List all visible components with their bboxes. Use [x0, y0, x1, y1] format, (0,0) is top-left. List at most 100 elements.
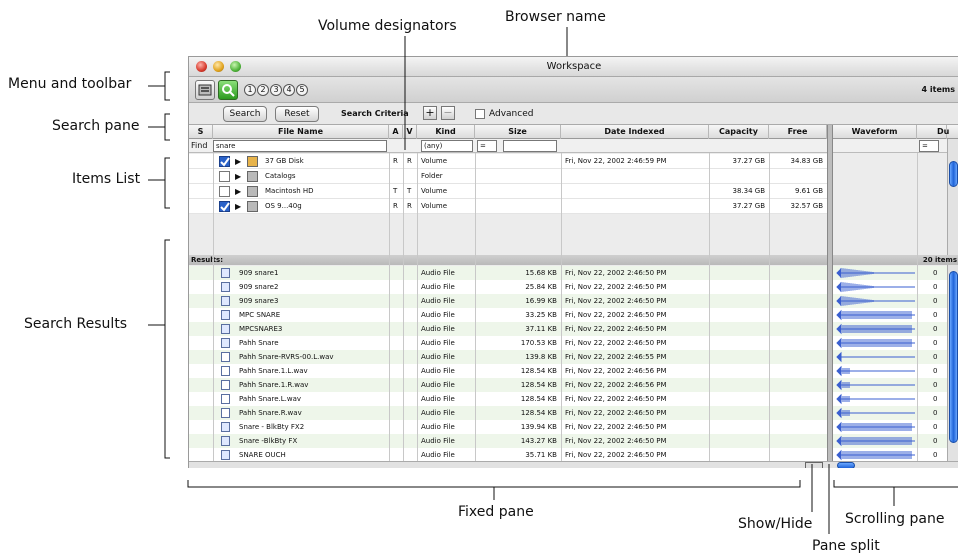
- volume-checkbox[interactable]: [219, 171, 230, 182]
- waveform-thumbnail: [836, 267, 915, 279]
- volume-checkbox[interactable]: [219, 201, 230, 212]
- result-file-name: Pahh Snare.1.R.wav: [239, 381, 309, 389]
- size-find-input[interactable]: [503, 140, 557, 152]
- remove-criteria-button[interactable]: −: [441, 106, 455, 120]
- result-scroll-row[interactable]: 0: [833, 336, 947, 350]
- column-size[interactable]: Size: [475, 125, 561, 139]
- advanced-checkbox[interactable]: [475, 109, 485, 119]
- result-duration: 0: [933, 395, 938, 403]
- title-bar[interactable]: Workspace: [189, 57, 958, 77]
- size-operator-select[interactable]: =: [477, 140, 497, 152]
- column-v[interactable]: V: [403, 125, 417, 139]
- waveform-thumbnail: [836, 337, 915, 349]
- result-row[interactable]: MPCSNARE3 Audio File 37.11 KB Fri, Nov 22, …: [189, 322, 829, 336]
- pane-split[interactable]: [827, 125, 833, 465]
- result-row[interactable]: Pahh Snare.L.wav Audio File 128.54 KB Fri, …: [189, 392, 829, 406]
- volume-kind: Folder: [421, 172, 443, 180]
- waveform-thumbnail: [836, 281, 915, 293]
- items-list-scroll-thumb[interactable]: [949, 161, 958, 187]
- column-file-name[interactable]: File Name: [213, 125, 389, 139]
- result-row[interactable]: Pahh Snare.R.wav Audio File 128.54 KB Fri, …: [189, 406, 829, 420]
- result-scroll-row[interactable]: 0: [833, 308, 947, 322]
- waveform-thumbnail: [836, 295, 915, 307]
- column-capacity[interactable]: Capacity: [709, 125, 769, 139]
- waveform-thumbnail: [836, 393, 915, 405]
- result-date: Fri, Nov 22, 2002 2:46:50 PM: [565, 423, 667, 431]
- toolbar-number-1[interactable]: 1: [244, 84, 256, 96]
- result-size: 128.54 KB: [520, 395, 557, 403]
- result-scroll-row[interactable]: 0: [833, 322, 947, 336]
- volume-row[interactable]: ▶ OS 9...40g R R Volume 37.27 GB 32.57 GB: [189, 199, 829, 214]
- result-scroll-row[interactable]: 0: [833, 364, 947, 378]
- volume-free: 32.57 GB: [790, 202, 824, 210]
- result-scroll-row[interactable]: 0: [833, 280, 947, 294]
- result-size: 33.25 KB: [525, 311, 557, 319]
- disclosure-triangle-icon[interactable]: ▶: [235, 184, 241, 199]
- volume-row[interactable]: ▶ Macintosh HD T T Volume 38.34 GB 9.61 GB: [189, 184, 829, 199]
- result-scroll-row[interactable]: 0: [833, 406, 947, 420]
- search-criteria-label: Search Criteria: [341, 109, 409, 118]
- column-kind[interactable]: Kind: [417, 125, 475, 139]
- wav-file-icon: [221, 394, 230, 404]
- result-scroll-row[interactable]: 0: [833, 350, 947, 364]
- result-row[interactable]: 909 snare2 Audio File 25.84 KB Fri, Nov 22,…: [189, 280, 829, 294]
- horizontal-scrollbar[interactable]: [189, 461, 958, 468]
- add-criteria-button[interactable]: +: [423, 106, 437, 120]
- results-scroll-thumb[interactable]: [949, 271, 958, 443]
- volume-row[interactable]: ▶ Catalogs Folder: [189, 169, 829, 184]
- result-row[interactable]: Pahh Snare.1.R.wav Audio File 128.54 KB Fri…: [189, 378, 829, 392]
- result-row[interactable]: 909 snare3 Audio File 16.99 KB Fri, Nov 22,…: [189, 294, 829, 308]
- column-s[interactable]: S: [189, 125, 213, 139]
- column-a[interactable]: A: [389, 125, 403, 139]
- result-row[interactable]: Pahh Snare.1.L.wav Audio File 128.54 KB Fri…: [189, 364, 829, 378]
- waveform-thumbnail: [836, 351, 915, 363]
- result-row[interactable]: Pahh Snare-RVRS-00.L.wav Audio File 139.8 …: [189, 350, 829, 364]
- disclosure-triangle-icon[interactable]: ▶: [235, 154, 241, 169]
- volume-v: T: [407, 187, 412, 195]
- result-scroll-row[interactable]: 0: [833, 378, 947, 392]
- search-button[interactable]: Search: [223, 106, 267, 122]
- volume-row[interactable]: ▶ 37 GB Disk R R Volume Fri, Nov 22, 2002 2:4…: [189, 154, 829, 169]
- column-waveform[interactable]: Waveform: [833, 125, 917, 139]
- column-date-indexed[interactable]: Date Indexed: [561, 125, 709, 139]
- result-row[interactable]: Snare - BlkBty FX2 Audio File 139.94 KB Fri…: [189, 420, 829, 434]
- disclosure-triangle-icon[interactable]: ▶: [235, 199, 241, 214]
- result-row[interactable]: Pahh Snare Audio File 170.53 KB Fri, Nov 22…: [189, 336, 829, 350]
- kind-find-select[interactable]: (any): [421, 140, 473, 152]
- toolbar-number-4[interactable]: 4: [283, 84, 295, 96]
- column-duration[interactable]: Du: [917, 125, 949, 139]
- scrolling-pane-callout: Scrolling pane: [845, 511, 945, 527]
- reset-button[interactable]: Reset: [275, 106, 319, 122]
- toolbar-number-5[interactable]: 5: [296, 84, 308, 96]
- result-scroll-row[interactable]: 0: [833, 392, 947, 406]
- result-scroll-row[interactable]: 0: [833, 434, 947, 448]
- result-row[interactable]: Snare -BlkBty FX Audio File 143.27 KB Fri, …: [189, 434, 829, 448]
- result-row[interactable]: SNARE OUCH Audio File 35.71 KB Fri, Nov 22,…: [189, 448, 829, 462]
- result-row[interactable]: 909 snare1 Audio File 15.68 KB Fri, Nov 22,…: [189, 266, 829, 280]
- column-free[interactable]: Free: [769, 125, 827, 139]
- toolbar-number-2[interactable]: 2: [257, 84, 269, 96]
- database-toolbar-button[interactable]: [195, 80, 215, 100]
- waveform-thumbnail: [836, 435, 915, 447]
- result-scroll-row[interactable]: 0: [833, 420, 947, 434]
- volume-checkbox[interactable]: [219, 156, 230, 167]
- result-scroll-row[interactable]: 0: [833, 448, 947, 462]
- file-name-find-input[interactable]: snare: [213, 140, 387, 152]
- volume-date: Fri, Nov 22, 2002 2:46:59 PM: [565, 157, 667, 165]
- search-pane: Search Reset Search Criteria + − Advance…: [189, 103, 958, 125]
- items-list-scrollbar[interactable]: [947, 139, 958, 255]
- result-scroll-row[interactable]: 0: [833, 266, 947, 280]
- find-toolbar-button[interactable]: [218, 80, 238, 100]
- result-row[interactable]: MPC SNARE Audio File 33.25 KB Fri, Nov 22, …: [189, 308, 829, 322]
- toolbar-number-3[interactable]: 3: [270, 84, 282, 96]
- results-scrollbar[interactable]: [947, 265, 958, 461]
- horizontal-scroll-thumb[interactable]: [837, 462, 855, 468]
- volume-a: R: [393, 157, 398, 165]
- show-hide-button[interactable]: [805, 462, 823, 468]
- disclosure-triangle-icon[interactable]: ▶: [235, 169, 241, 184]
- duration-operator-select[interactable]: =: [919, 140, 939, 152]
- result-scroll-row[interactable]: 0: [833, 294, 947, 308]
- volume-checkbox[interactable]: [219, 186, 230, 197]
- result-duration: 0: [933, 325, 938, 333]
- result-file-name: Pahh Snare.R.wav: [239, 409, 302, 417]
